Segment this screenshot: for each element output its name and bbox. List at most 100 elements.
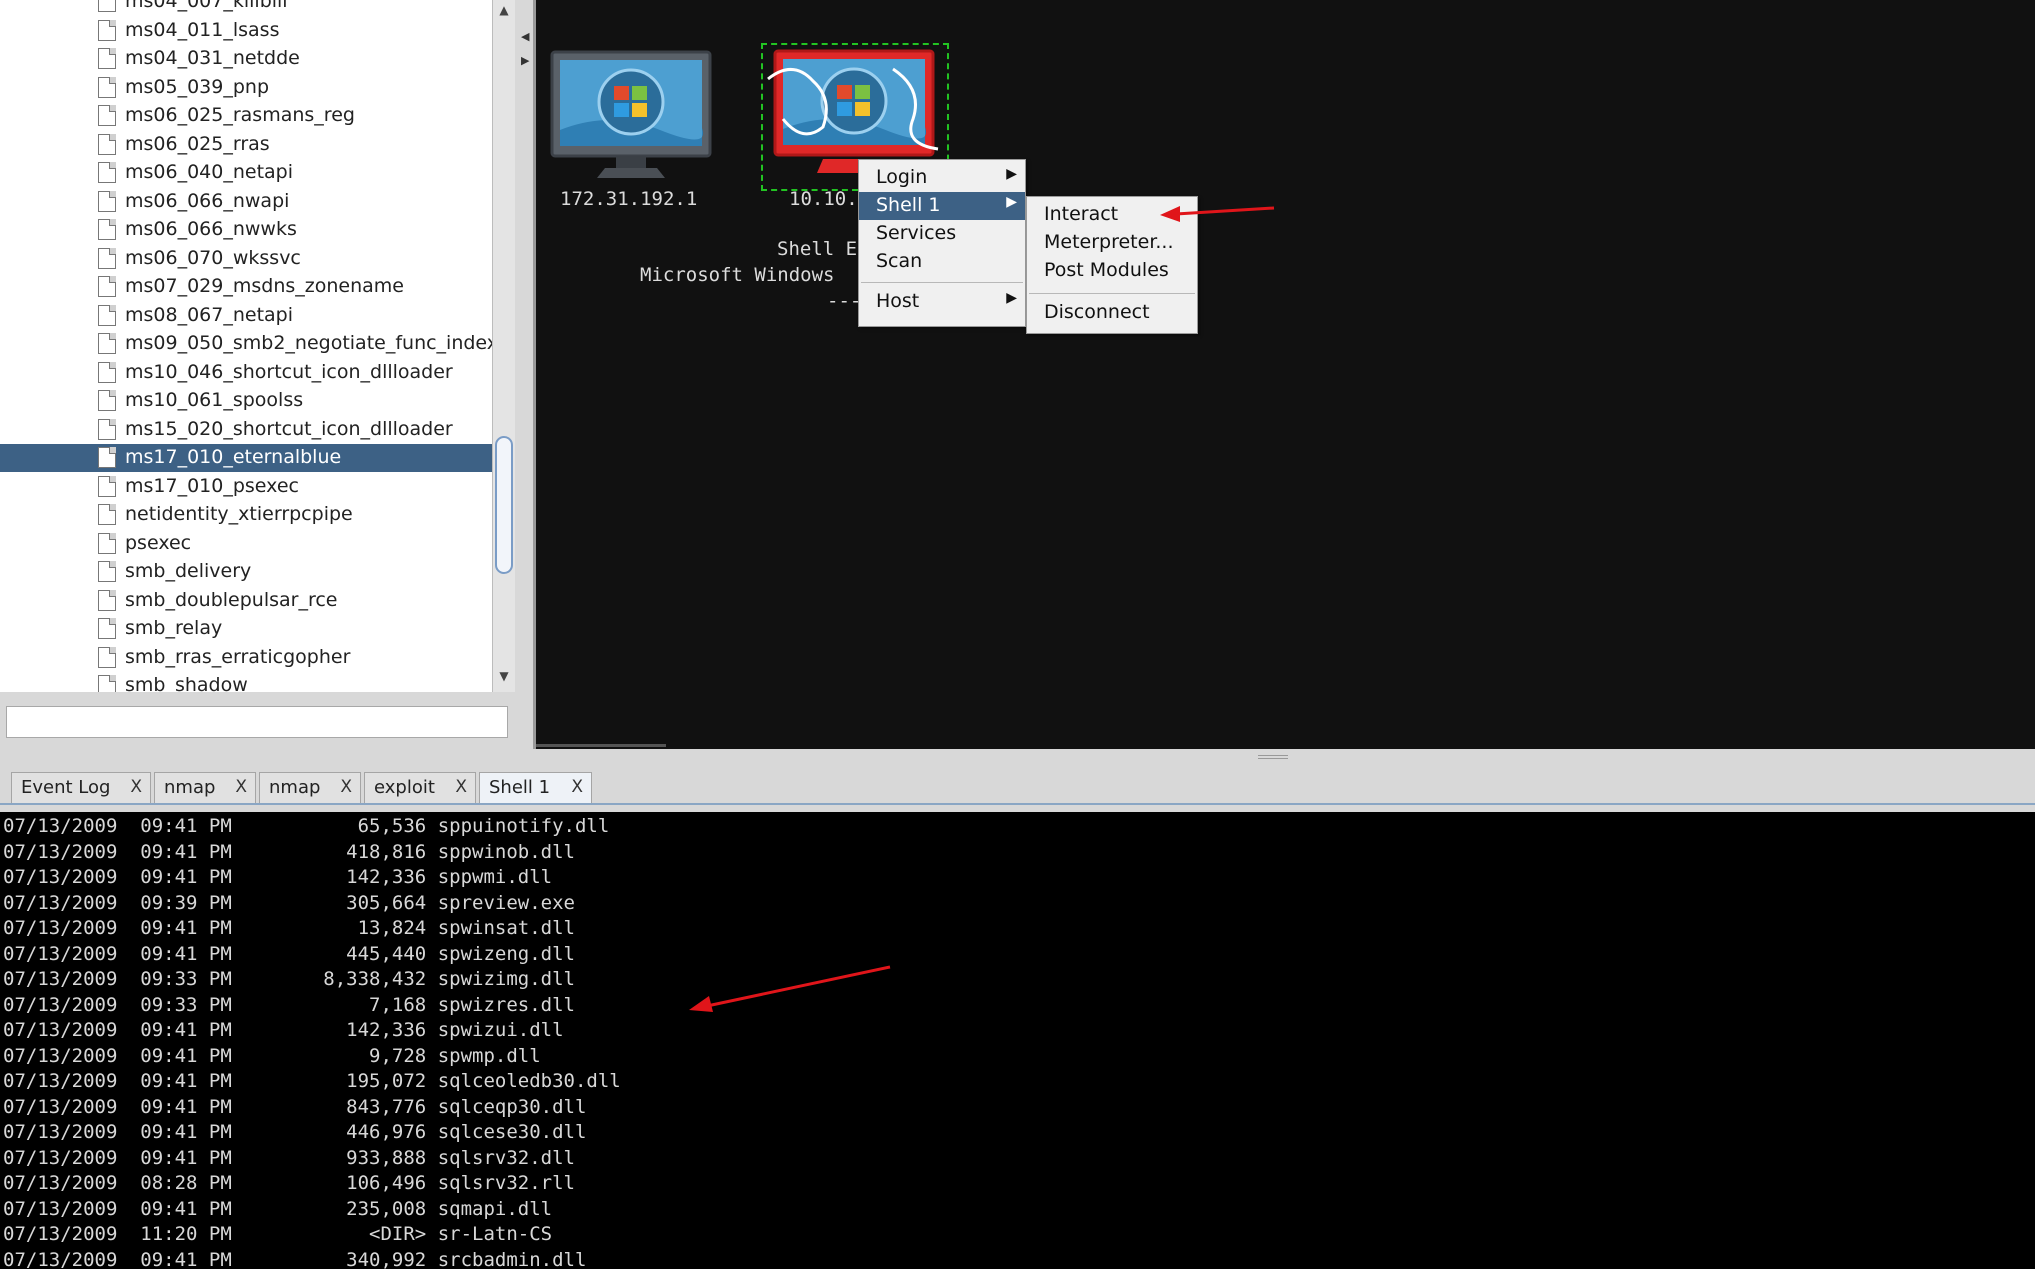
module-tree-scrollbar[interactable]: ▲ ▼ <box>492 0 515 692</box>
module-tree-item[interactable]: smb_rras_erraticgopher <box>0 644 492 672</box>
horizontal-split-handle[interactable] <box>0 749 2035 759</box>
file-icon <box>98 304 116 326</box>
console-line: 07/13/2009 09:41 PM 13,824 spwinsat.dll <box>3 917 575 942</box>
module-tree-item[interactable]: ms07_029_msdns_zonename <box>0 273 492 301</box>
module-tree-item[interactable]: psexec <box>0 530 492 558</box>
console-name: sppwmi.dll <box>426 866 553 888</box>
host-context-menu: Login ▶ Shell 1 ▶ Services Scan Host ▶ <box>858 159 1026 327</box>
module-tree-item[interactable]: smb_delivery <box>0 558 492 586</box>
menu-item-disconnect[interactable]: Disconnect <box>1027 299 1197 327</box>
module-tree-item[interactable]: ms09_050_smb2_negotiate_func_index <box>0 330 492 358</box>
module-tree-item-label: ms06_025_rras <box>125 132 270 155</box>
module-tree-item[interactable]: smb_doublepulsar_rce <box>0 587 492 615</box>
module-tree-item[interactable]: ms06_025_rras <box>0 131 492 159</box>
module-tree-item[interactable]: ms05_039_pnp <box>0 74 492 102</box>
console-name: sr-Latn-CS <box>426 1223 553 1245</box>
close-icon[interactable]: X <box>571 777 583 797</box>
console-name: sppwinob.dll <box>426 840 575 863</box>
module-tree-item[interactable]: ms06_025_rasmans_reg <box>0 102 492 130</box>
tab-underline <box>0 803 2035 805</box>
file-icon <box>98 646 116 668</box>
console-line: 07/13/2009 09:33 PM 7,168 spwizres.dll <box>3 994 575 1019</box>
console-time: 09:41 PM <box>117 1248 232 1269</box>
console-date: 07/13/2009 <box>3 942 118 965</box>
menu-item-post-modules[interactable]: Post Modules <box>1027 257 1197 285</box>
menu-item-host[interactable]: Host ▶ <box>859 288 1025 316</box>
console-name: spwmp.dll <box>426 1044 541 1067</box>
module-tree-item[interactable]: ms10_061_spoolss <box>0 387 492 415</box>
host-node[interactable] <box>550 50 712 189</box>
file-icon <box>98 0 116 12</box>
module-tree-item[interactable]: netidentity_xtierrpcpipe <box>0 501 492 529</box>
console-line: 07/13/2009 09:33 PM 8,338,432 spwizimg.d… <box>3 968 575 993</box>
close-icon[interactable]: X <box>340 777 352 797</box>
tab-event-log[interactable]: Event Log X <box>11 772 151 804</box>
file-icon <box>98 76 116 98</box>
shell-console[interactable]: 07/13/2009 09:41 PM 65,536 sppuinotify.d… <box>0 812 2035 1269</box>
close-icon[interactable]: X <box>130 777 142 797</box>
module-tree-item[interactable]: ms04_011_lsass <box>0 17 492 45</box>
split-left-arrow-icon[interactable]: ◀ <box>521 30 529 43</box>
tab-shell-1[interactable]: Shell 1X <box>479 772 592 804</box>
console-time: 09:41 PM <box>117 866 232 888</box>
close-icon[interactable]: X <box>455 777 467 797</box>
module-tree-item[interactable]: ms06_040_netapi <box>0 159 492 187</box>
tab-nmap[interactable]: nmap X <box>259 772 361 804</box>
module-tree-item[interactable]: ms06_070_wkssvc <box>0 245 492 273</box>
file-icon <box>98 418 116 440</box>
console-name: spreview.exe <box>426 891 575 914</box>
module-tree-item-label: ms10_061_spoolss <box>125 389 304 411</box>
menu-item-scan[interactable]: Scan <box>859 248 1025 276</box>
file-icon <box>98 276 116 297</box>
console-time: 09:41 PM <box>117 1146 232 1169</box>
menu-item-shell[interactable]: Shell 1 ▶ <box>859 192 1025 220</box>
module-tree-item[interactable]: ms04_007_killbill <box>0 0 492 16</box>
submenu-arrow-icon: ▶ <box>1006 290 1017 306</box>
module-search-input[interactable] <box>6 706 508 738</box>
scroll-down-arrow-icon[interactable]: ▼ <box>493 666 515 686</box>
console-date: 07/13/2009 <box>3 1172 118 1194</box>
console-size: 142,336 <box>231 866 427 888</box>
target-graph-view[interactable]: 172.31.192.1 10.10. Shell E Microsoft Wi… <box>533 0 2035 749</box>
console-line: 07/13/2009 09:41 PM 933,888 sqlsrv32.dll <box>3 1147 575 1172</box>
split-right-arrow-icon[interactable]: ▶ <box>521 54 529 67</box>
console-date: 07/13/2009 <box>3 1019 118 1041</box>
file-icon <box>98 390 116 411</box>
module-tree-item[interactable]: ms04_031_netdde <box>0 45 492 73</box>
console-size: 933,888 <box>231 1146 427 1169</box>
menu-item-meterpreter[interactable]: Meterpreter... <box>1027 229 1197 257</box>
console-line: 07/13/2009 09:41 PM 142,336 spwizui.dll <box>3 1019 564 1044</box>
close-icon[interactable]: X <box>235 777 247 797</box>
tab-exploit[interactable]: exploit X <box>364 772 476 804</box>
module-tree-item[interactable]: ms10_046_shortcut_icon_dllloader <box>0 359 492 387</box>
console-date: 07/13/2009 <box>3 993 118 1016</box>
console-name: sqlceoledb30.dll <box>426 1070 621 1092</box>
menu-item-services[interactable]: Services <box>859 220 1025 248</box>
file-icon <box>98 105 116 126</box>
module-tree-item-label: ms06_066_nwapi <box>125 189 290 212</box>
module-tree-item[interactable]: ms08_067_netapi <box>0 302 492 330</box>
module-tree-item-label: ms17_010_eternalblue <box>125 446 342 468</box>
console-name: spwizui.dll <box>426 1019 564 1041</box>
module-tree-list[interactable]: ms04_007_killbill ms04_011_lsass ms04_031_… <box>0 0 492 692</box>
module-tree-item[interactable]: ms15_020_shortcut_icon_dllloader <box>0 416 492 444</box>
module-tree-item[interactable]: ms06_066_nwapi <box>0 188 492 216</box>
console-name: sppuinotify.dll <box>426 815 610 837</box>
module-tree-item[interactable]: ms17_010_eternalblue <box>0 444 492 472</box>
module-tree-item[interactable]: ms06_066_nwwks <box>0 216 492 244</box>
module-tree-item[interactable]: smb_shadow <box>0 672 492 692</box>
console-date: 07/13/2009 <box>3 1248 118 1269</box>
console-time: 09:41 PM <box>117 1044 232 1067</box>
vertical-split-handle[interactable]: ◀ ▶ <box>519 20 531 740</box>
module-tree-item[interactable]: ms17_010_psexec <box>0 473 492 501</box>
scroll-thumb[interactable] <box>495 436 513 574</box>
scroll-up-arrow-icon[interactable]: ▲ <box>493 0 515 20</box>
menu-item-login[interactable]: Login ▶ <box>859 164 1025 192</box>
console-line: 07/13/2009 09:41 PM 235,008 sqmapi.dll <box>3 1198 552 1223</box>
console-date: 07/13/2009 <box>3 1070 118 1092</box>
console-time: 09:41 PM <box>117 1070 232 1092</box>
module-tree-item-label: ms07_029_msdns_zonename <box>125 275 404 297</box>
tab-nmap[interactable]: nmap X <box>154 772 256 804</box>
console-line: 07/13/2009 09:41 PM 195,072 sqlceoledb30… <box>3 1070 621 1095</box>
module-tree-item[interactable]: smb_relay <box>0 615 492 643</box>
